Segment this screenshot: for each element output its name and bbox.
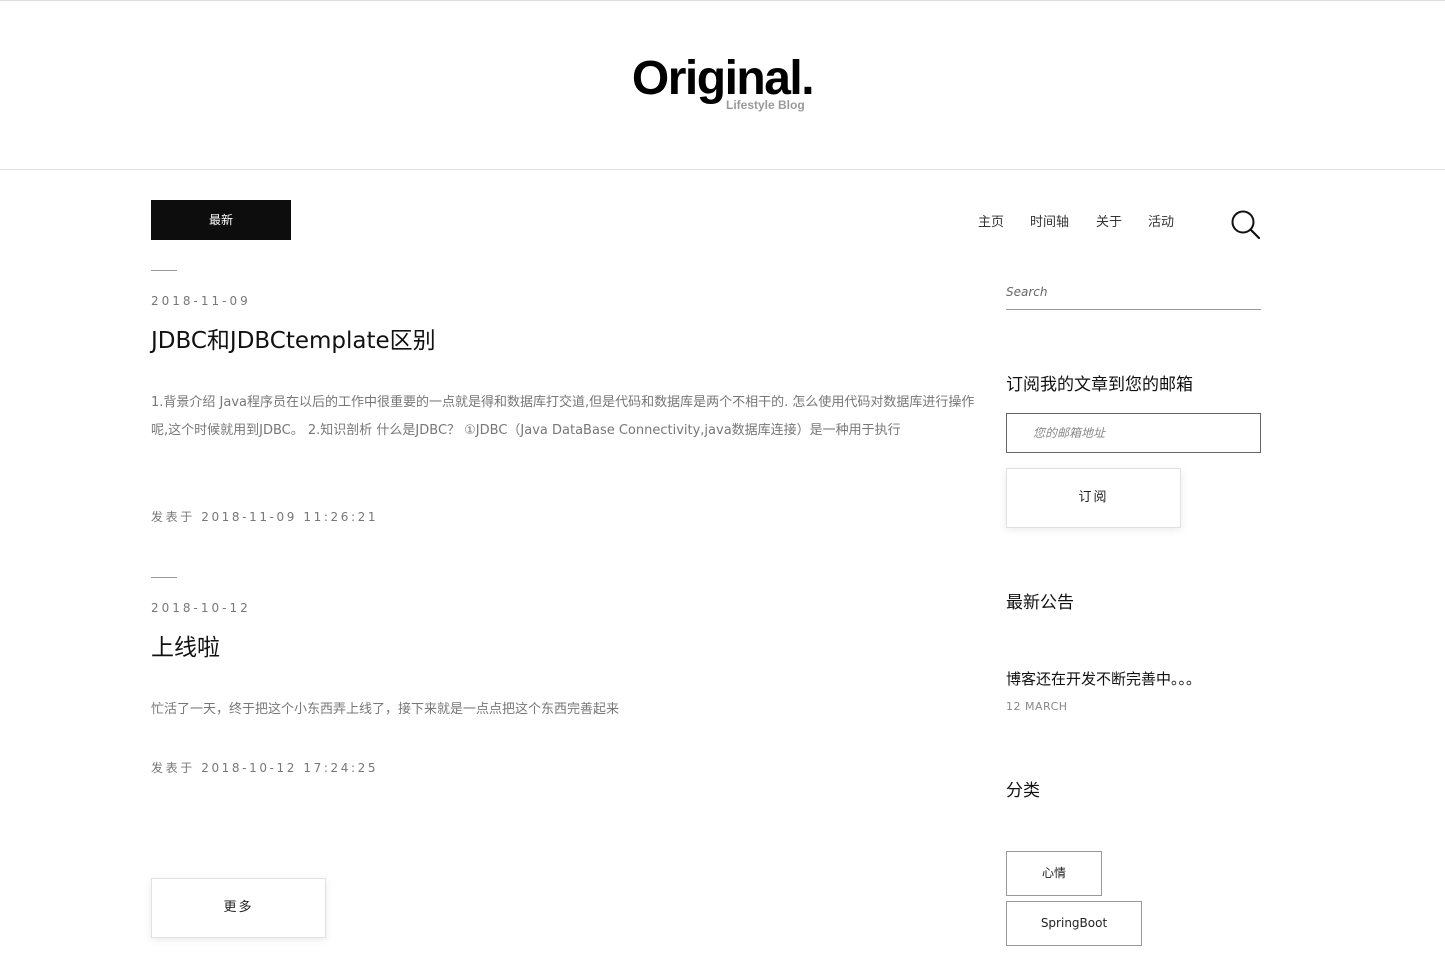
nav-item-about[interactable]: 关于 (1096, 211, 1122, 230)
notice-title: 最新公告 (1006, 593, 1074, 613)
subscribe-button[interactable]: 订阅 (1006, 468, 1181, 528)
notice-date: 12 MARCH (1006, 700, 1068, 713)
subscribe-title: 订阅我的文章到您的邮箱 (1006, 375, 1193, 395)
nav-item-home[interactable]: 主页 (978, 211, 1004, 230)
post-divider (151, 577, 177, 578)
post-meta: 发表于 2018-10-12 17:24:25 (151, 761, 379, 775)
site-title[interactable]: Original. (0, 51, 1445, 106)
post-title[interactable]: JDBC和JDBCtemplate区别 (151, 321, 436, 355)
category-tag-springboot[interactable]: SpringBoot (1006, 901, 1142, 946)
post-meta: 发表于 2018-11-09 11:26:21 (151, 510, 379, 524)
post-excerpt: 1.背景介绍 Java程序员在以后的工作中很重要的一点就是得和数据库打交道,但是… (151, 395, 975, 438)
email-field[interactable] (1006, 413, 1261, 453)
more-button[interactable]: 更多 (151, 878, 326, 938)
search-icon[interactable] (1228, 207, 1264, 243)
post-title[interactable]: 上线啦 (151, 628, 220, 662)
tab-latest[interactable]: 最新 (151, 200, 291, 240)
nav-item-events[interactable]: 活动 (1148, 211, 1174, 230)
search-input[interactable] (1006, 275, 1261, 310)
category-tag-mood[interactable]: 心情 (1006, 851, 1102, 896)
post-excerpt: 忙活了一天，终于把这个小东西弄上线了，接下来就是一点点把这个东西完善起来 (151, 702, 620, 717)
site-subtitle: Lifestyle Blog (726, 98, 805, 112)
post-divider (151, 270, 177, 271)
post-date: 2018-11-09 (151, 294, 251, 308)
post-date: 2018-10-12 (151, 601, 251, 615)
notice-text[interactable]: 博客还在开发不断完善中。。。 (1006, 668, 1201, 689)
nav-item-timeline[interactable]: 时间轴 (1030, 211, 1069, 230)
site-header: Original. Lifestyle Blog (0, 1, 1445, 170)
categories-title: 分类 (1006, 781, 1040, 801)
